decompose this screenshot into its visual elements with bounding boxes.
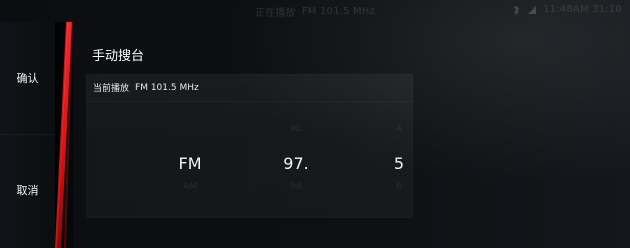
cancel-button[interactable]: 取消 (0, 134, 55, 246)
status-now-playing: 正在播放 FM 101.5 MHz (255, 4, 375, 19)
manual-tuning-card: 当前播放 FM 101.5 MHz FM AM 96. 97. 98 4 5 6 (86, 74, 413, 218)
status-now-playing-value: FM 101.5 MHz (301, 5, 375, 17)
frequency-integer-prev: 96. (288, 124, 304, 134)
frequency-integer-selected: 97. (283, 154, 309, 173)
frequency-decimal-next: 6 (396, 182, 402, 192)
status-right-text: 11:48AM 31:10 (543, 4, 622, 15)
now-playing-value: FM 101.5 MHz (135, 82, 199, 93)
now-playing-row: 当前播放 FM 101.5 MHz (86, 74, 413, 102)
signal-icon (527, 5, 537, 15)
frequency-decimal-selected: 5 (393, 154, 405, 173)
status-right: 11:48AM 31:10 (511, 4, 622, 15)
status-bar: 正在播放 FM 101.5 MHz 11:48AM 31:10 (0, 0, 630, 22)
frequency-decimal-picker[interactable]: 4 5 6 (359, 112, 439, 212)
band-picker-selected: FM (178, 154, 202, 173)
frequency-integer-picker[interactable]: 96. 97. 98 (256, 112, 336, 212)
confirm-button[interactable]: 确认 (0, 22, 55, 134)
page-title: 手动搜台 (92, 49, 145, 64)
frequency-decimal-prev: 4 (396, 124, 402, 134)
bluetooth-icon (511, 5, 521, 15)
red-accent-streak (55, 22, 73, 248)
confirm-button-label: 确认 (16, 72, 39, 85)
now-playing-label: 当前播放 (93, 84, 130, 94)
red-accent-gap (55, 22, 73, 248)
status-now-playing-label: 正在播放 (255, 7, 296, 19)
cancel-button-label: 取消 (16, 184, 39, 197)
band-picker[interactable]: FM AM (150, 112, 230, 212)
left-action-bar: 确认 取消 (0, 22, 55, 248)
band-picker-next: AM (183, 182, 197, 192)
frequency-integer-next: 98 (290, 182, 302, 192)
